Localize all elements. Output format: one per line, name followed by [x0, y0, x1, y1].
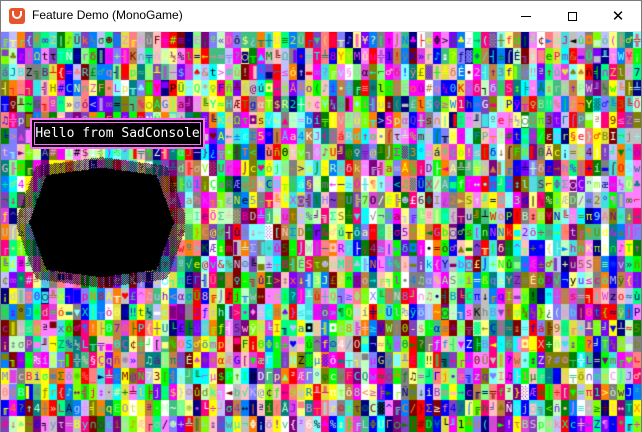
minimize-button[interactable]: [503, 1, 549, 31]
close-button[interactable]: ✕: [595, 1, 641, 31]
random-glyph-grid: [1, 32, 641, 432]
hello-text: Hello from SadConsole: [35, 126, 200, 141]
close-icon: ✕: [611, 6, 625, 25]
monogame-logo-icon: [9, 8, 25, 24]
hello-panel: Hello from SadConsole: [30, 118, 205, 149]
window-title: Feature Demo (MonoGame): [32, 8, 183, 22]
console-viewport[interactable]: Hello from SadConsole: [1, 32, 641, 432]
app-window: Feature Demo (MonoGame) ✕ Hello from Sad…: [0, 0, 642, 432]
minimize-icon: [521, 15, 531, 17]
maximize-button[interactable]: [549, 1, 595, 31]
title-bar[interactable]: Feature Demo (MonoGame) ✕: [1, 1, 641, 32]
maximize-icon: [567, 11, 577, 21]
